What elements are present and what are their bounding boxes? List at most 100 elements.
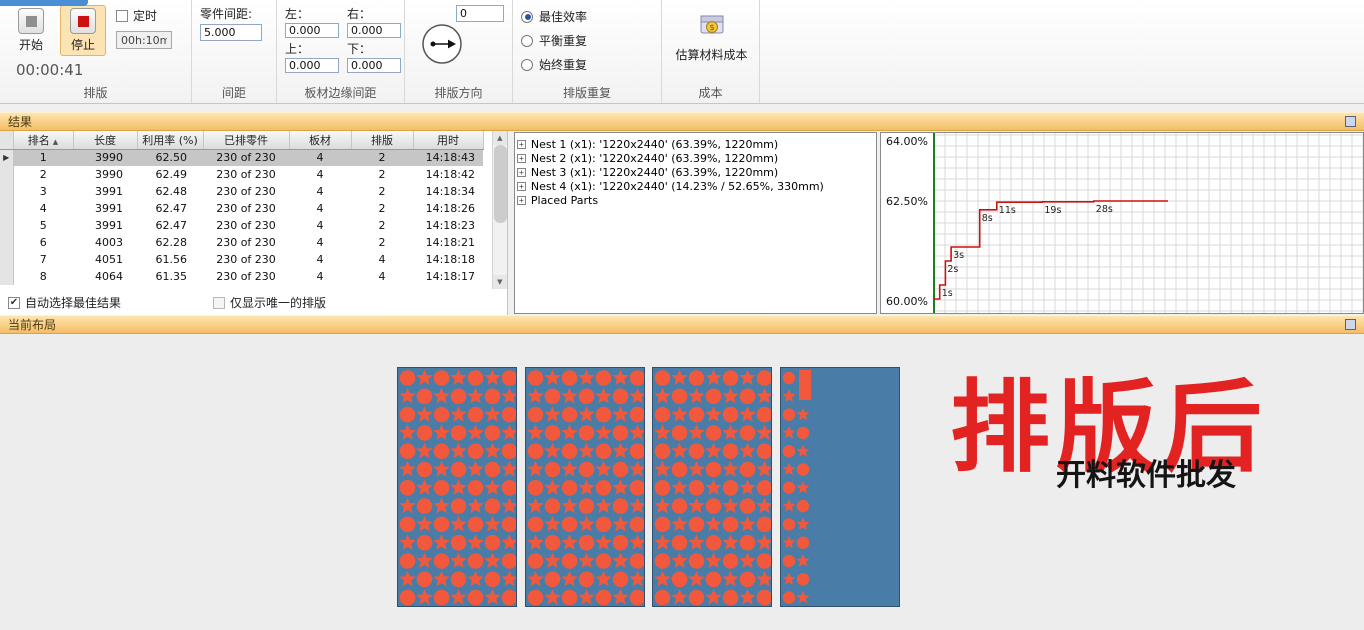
column-header-7[interactable]: 用时 xyxy=(413,131,484,150)
table-cell[interactable]: 6 xyxy=(13,234,73,251)
table-cell[interactable]: 62.49 xyxy=(137,166,203,183)
radio-balanced-repeat[interactable]: 平衡重复 xyxy=(521,32,655,49)
expand-icon[interactable]: + xyxy=(516,139,526,149)
table-cell[interactable]: 8 xyxy=(13,268,73,285)
results-scrollbar[interactable]: ▲ ▼ xyxy=(491,131,507,289)
tree-item-1[interactable]: + Nest 1 (x1): '1220x2440' (63.39%, 1220m… xyxy=(516,137,874,151)
nesting-sheet-2[interactable] xyxy=(525,367,646,607)
row-selector[interactable] xyxy=(0,166,14,183)
table-cell[interactable]: 2 xyxy=(13,166,73,183)
expand-icon[interactable]: + xyxy=(516,195,526,205)
stop-button[interactable]: 停止 xyxy=(60,5,106,56)
table-cell[interactable]: 61.35 xyxy=(137,268,203,285)
table-cell[interactable]: 14:18:43 xyxy=(413,149,483,166)
table-cell[interactable]: 4003 xyxy=(73,234,137,251)
table-cell[interactable]: 2 xyxy=(351,183,413,200)
results-row-6[interactable]: 6 4003 62.28 230 of 230 4 2 14:18:21 xyxy=(0,234,483,251)
tree-item-4[interactable]: + Nest 4 (x1): '1220x2440' (14.23% / 52.6… xyxy=(516,179,874,193)
table-cell[interactable]: 230 of 230 xyxy=(203,217,289,234)
table-cell[interactable]: 3991 xyxy=(73,217,137,234)
table-cell[interactable]: 14:18:18 xyxy=(413,251,483,268)
table-cell[interactable]: 14:18:23 xyxy=(413,217,483,234)
nesting-sheet-1[interactable] xyxy=(397,367,518,607)
table-cell[interactable]: 4 xyxy=(289,200,351,217)
table-cell[interactable]: 3 xyxy=(13,183,73,200)
tree-item-2[interactable]: + Nest 2 (x1): '1220x2440' (63.39%, 1220m… xyxy=(516,151,874,165)
table-cell[interactable]: 4 xyxy=(289,149,351,166)
table-cell[interactable]: 14:18:26 xyxy=(413,200,483,217)
table-cell[interactable]: 62.48 xyxy=(137,183,203,200)
table-cell[interactable]: 14:18:42 xyxy=(413,166,483,183)
table-cell[interactable]: 14:18:17 xyxy=(413,268,483,285)
start-button[interactable]: 开始 xyxy=(8,5,54,56)
table-cell[interactable]: 2 xyxy=(351,217,413,234)
table-cell[interactable]: 4 xyxy=(351,251,413,268)
table-cell[interactable]: 230 of 230 xyxy=(203,234,289,251)
results-row-5[interactable]: 5 3991 62.47 230 of 230 4 2 14:18:23 xyxy=(0,217,483,234)
results-row-3[interactable]: 3 3991 62.48 230 of 230 4 2 14:18:34 xyxy=(0,183,483,200)
row-selector[interactable] xyxy=(0,234,14,251)
table-cell[interactable]: 61.56 xyxy=(137,251,203,268)
column-header-3[interactable]: 利用率 (%) xyxy=(137,131,204,150)
table-cell[interactable]: 2 xyxy=(351,149,413,166)
table-cell[interactable]: 4051 xyxy=(73,251,137,268)
table-cell[interactable]: 4 xyxy=(289,183,351,200)
timer-duration-input[interactable] xyxy=(116,31,172,49)
table-cell[interactable]: 4064 xyxy=(73,268,137,285)
auto-select-best-checkbox[interactable]: 自动选择最佳结果 xyxy=(8,294,121,311)
scroll-up-arrow[interactable]: ▲ xyxy=(492,131,507,145)
table-cell[interactable]: 1 xyxy=(13,149,73,166)
table-cell[interactable]: 3990 xyxy=(73,166,137,183)
scroll-down-arrow[interactable]: ▼ xyxy=(492,275,507,289)
table-cell[interactable]: 230 of 230 xyxy=(203,166,289,183)
table-cell[interactable]: 62.50 xyxy=(137,149,203,166)
table-cell[interactable]: 230 of 230 xyxy=(203,251,289,268)
edge-top-input[interactable] xyxy=(285,58,339,73)
radio-always-repeat[interactable]: 始终重复 xyxy=(521,56,655,73)
expand-icon[interactable]: + xyxy=(516,167,526,177)
table-cell[interactable]: 4 xyxy=(351,268,413,285)
part-spacing-input[interactable] xyxy=(200,24,262,41)
table-cell[interactable]: 14:18:21 xyxy=(413,234,483,251)
table-cell[interactable]: 230 of 230 xyxy=(203,183,289,200)
unique-only-checkbox[interactable]: 仅显示唯一的排版 xyxy=(213,294,326,311)
layout-canvas[interactable]: 排版后 开料软件批发 xyxy=(0,334,1364,630)
radio-best-efficiency[interactable]: 最佳效率 xyxy=(521,8,655,25)
row-selector[interactable]: ▶ xyxy=(0,149,14,166)
expand-icon[interactable]: + xyxy=(516,181,526,191)
layout-pin-icon[interactable] xyxy=(1345,319,1356,330)
panel-pin-icon[interactable] xyxy=(1345,116,1356,127)
table-cell[interactable]: 3991 xyxy=(73,200,137,217)
nesting-sheet-4[interactable] xyxy=(780,367,900,607)
table-cell[interactable]: 2 xyxy=(351,234,413,251)
nesting-sheet-3[interactable] xyxy=(652,367,773,607)
table-cell[interactable]: 3990 xyxy=(73,149,137,166)
row-selector[interactable] xyxy=(0,200,14,217)
table-cell[interactable]: 230 of 230 xyxy=(203,268,289,285)
column-header-2[interactable]: 长度 xyxy=(73,131,138,150)
table-cell[interactable]: 4 xyxy=(289,166,351,183)
column-header-4[interactable]: 已排零件 xyxy=(203,131,290,150)
column-header-6[interactable]: 排版 xyxy=(351,131,414,150)
column-header-1[interactable]: 排名 ▲ xyxy=(13,131,74,150)
table-cell[interactable]: 62.47 xyxy=(137,217,203,234)
table-cell[interactable]: 62.47 xyxy=(137,200,203,217)
edge-left-input[interactable] xyxy=(285,23,339,38)
results-row-7[interactable]: 7 4051 61.56 230 of 230 4 4 14:18:18 xyxy=(0,251,483,268)
tree-item-3[interactable]: + Nest 3 (x1): '1220x2440' (63.39%, 1220m… xyxy=(516,165,874,179)
estimate-cost-button[interactable]: $ 估算材料成本 xyxy=(670,9,753,63)
results-row-8[interactable]: 8 4064 61.35 230 of 230 4 4 14:18:17 xyxy=(0,268,483,285)
results-row-2[interactable]: 2 3990 62.49 230 of 230 4 2 14:18:42 xyxy=(0,166,483,183)
column-header-5[interactable]: 板材 xyxy=(289,131,352,150)
table-cell[interactable]: 4 xyxy=(289,217,351,234)
table-cell[interactable]: 230 of 230 xyxy=(203,200,289,217)
row-selector[interactable] xyxy=(0,183,14,200)
edge-right-input[interactable] xyxy=(347,23,401,38)
table-cell[interactable]: 2 xyxy=(351,200,413,217)
table-cell[interactable]: 5 xyxy=(13,217,73,234)
row-selector[interactable] xyxy=(0,268,14,285)
edge-bottom-input[interactable] xyxy=(347,58,401,73)
direction-angle-input[interactable] xyxy=(456,5,504,22)
table-cell[interactable]: 3991 xyxy=(73,183,137,200)
row-selector[interactable] xyxy=(0,217,14,234)
